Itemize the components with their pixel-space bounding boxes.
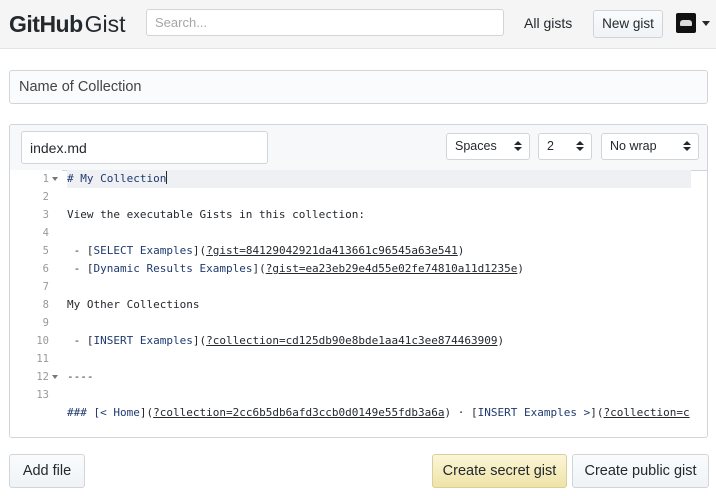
code-line: View the executable Gists in this collec… — [67, 206, 365, 224]
text-cursor — [166, 171, 168, 184]
indent-size-value: 2 — [547, 139, 554, 153]
all-gists-link[interactable]: All gists — [524, 15, 572, 31]
fold-arrow-icon[interactable] — [52, 375, 58, 379]
filename-input[interactable] — [21, 131, 268, 164]
create-secret-gist-button[interactable]: Create secret gist — [432, 454, 567, 488]
file-header: Spaces 2 No wrap — [10, 125, 707, 171]
code-text: My Other Collections — [67, 298, 200, 311]
link-text: < Home — [100, 406, 140, 419]
logo-github-text: GitHub — [9, 11, 83, 37]
link-url: ?gist=ea23eb29e4d55e02fe74810a11d1235e — [265, 262, 518, 275]
md-punct: ]( — [252, 262, 266, 275]
logo-gist-text: Gist — [84, 11, 126, 37]
add-file-button[interactable]: Add file — [9, 454, 85, 488]
code-editor[interactable]: 1 2 3 4 5 6 7 8 9 10 11 12 13 # My Colle… — [10, 170, 707, 437]
new-gist-button[interactable]: New gist — [593, 10, 663, 38]
code-line: - [Dynamic Results Examples](?gist=ea23e… — [67, 260, 524, 278]
avatar — [676, 13, 696, 33]
line-number: 5 — [42, 245, 49, 257]
code-line: - [SELECT Examples](?gist=84129042921da4… — [67, 242, 465, 260]
line-number: 2 — [42, 191, 49, 203]
site-header: GitHubGist All gists New gist — [0, 0, 716, 49]
up-down-arrows-icon — [683, 141, 691, 152]
code-line: # My Collection — [67, 170, 168, 188]
github-gist-logo[interactable]: GitHubGist — [9, 10, 126, 38]
md-punct: ) — [457, 244, 465, 257]
line-number: 3 — [42, 209, 49, 221]
search-input[interactable] — [146, 9, 504, 36]
avatar-logo-mark — [680, 20, 692, 26]
link-text: Dynamic Results Examples — [93, 262, 253, 275]
line-number: 7 — [42, 281, 49, 293]
md-punct: ) · [ — [444, 406, 478, 419]
md-punct: ]( — [590, 406, 604, 419]
code-line: ### [< Home](?collection=2cc6b5db6afd3cc… — [67, 404, 690, 422]
md-punct: - [ — [67, 244, 94, 257]
md-punct: ) — [497, 334, 505, 347]
md-punct: - [ — [67, 334, 94, 347]
line-number: 6 — [42, 263, 49, 275]
line-number: 1 — [42, 173, 49, 185]
heading-marker: ### [ — [67, 406, 101, 419]
create-public-gist-button[interactable]: Create public gist — [572, 454, 709, 488]
md-punct: - [ — [67, 262, 94, 275]
code-line: - [INSERT Examples](?collection=cd125db9… — [67, 332, 505, 350]
md-punct: ) — [517, 262, 524, 275]
wrap-mode-select[interactable]: No wrap — [601, 133, 699, 160]
code-line: ---- — [67, 368, 94, 386]
indent-size-select[interactable]: 2 — [538, 133, 592, 160]
code-lines[interactable]: # My Collection View the executable Gist… — [67, 170, 707, 437]
code-text: View the executable Gists in this collec… — [67, 208, 366, 221]
up-down-arrows-icon — [576, 141, 584, 152]
fold-arrow-icon[interactable] — [52, 177, 58, 181]
link-url: ?gist=84129042921da413661c96545a63e541 — [206, 244, 458, 257]
indent-mode-value: Spaces — [455, 139, 497, 153]
line-number: 12 — [36, 371, 49, 383]
line-number: 10 — [36, 335, 49, 347]
line-number: 8 — [42, 299, 49, 311]
file-editor-box: Spaces 2 No wrap 1 2 3 4 5 6 7 8 9 10 11… — [9, 124, 708, 438]
link-text: INSERT Examples — [93, 334, 193, 347]
md-punct: ]( — [192, 334, 207, 347]
link-url: ?collection=cd125db90e8bde1aa41c3ee87446… — [206, 334, 498, 347]
code-line: My Other Collections — [67, 296, 199, 314]
link-text: SELECT Examples — [93, 244, 193, 257]
line-number: 13 — [36, 389, 49, 401]
line-number: 11 — [36, 353, 49, 365]
wrap-mode-value: No wrap — [610, 139, 657, 153]
link-url: ?collection=c — [603, 406, 690, 419]
line-number: 4 — [42, 227, 49, 239]
line-number-gutter: 1 2 3 4 5 6 7 8 9 10 11 12 13 — [10, 170, 62, 437]
md-punct: ]( — [139, 406, 154, 419]
user-menu[interactable] — [676, 13, 716, 35]
heading-text: # My Collection — [67, 172, 167, 185]
up-down-arrows-icon — [514, 141, 522, 152]
line-number: 9 — [42, 317, 49, 329]
md-punct: ]( — [192, 244, 207, 257]
collection-name-input[interactable] — [9, 70, 708, 104]
link-text: INSERT Examples > — [477, 406, 591, 419]
code-text: ---- — [67, 370, 94, 383]
link-url: ?collection=2cc6b5db6afd3ccb0d0149e55fdb… — [153, 406, 445, 419]
indent-mode-select[interactable]: Spaces — [446, 133, 530, 160]
caret-down-icon — [702, 21, 710, 26]
